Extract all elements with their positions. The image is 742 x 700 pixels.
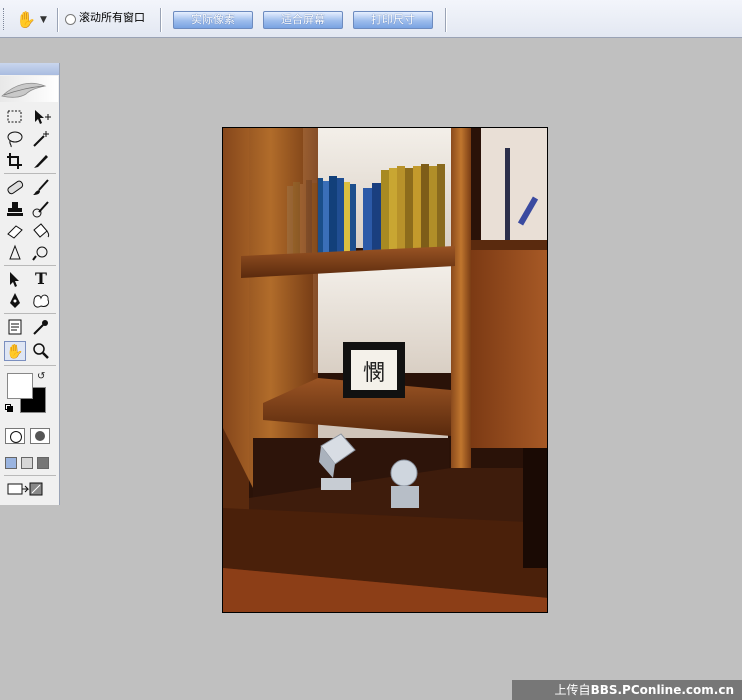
toolbox-titlebar[interactable]	[0, 63, 59, 75]
eraser-icon[interactable]	[4, 221, 26, 241]
separator	[4, 475, 56, 476]
jump-to-imageready-icon[interactable]	[6, 479, 46, 499]
feather-logo[interactable]	[0, 76, 58, 102]
path-selection-icon[interactable]	[4, 269, 26, 289]
print-size-button[interactable]: 打印尺寸	[353, 11, 433, 29]
options-bar: ✋ ▼ 滚动所有窗口 实际像素 适合屏幕 打印尺寸	[0, 0, 742, 38]
foreground-color-swatch[interactable]	[7, 373, 33, 399]
dodge-icon[interactable]	[30, 243, 52, 263]
magic-wand-icon[interactable]	[30, 129, 52, 149]
full-screen-menu-mode-icon[interactable]	[21, 457, 33, 469]
quick-mask-mode-icon[interactable]	[30, 428, 50, 444]
hand-icon[interactable]: ✋	[4, 341, 26, 361]
rectangular-marquee-icon[interactable]	[4, 107, 26, 127]
separator	[160, 8, 162, 32]
clone-stamp-icon[interactable]	[4, 199, 26, 219]
blur-icon[interactable]	[4, 243, 26, 263]
type-icon[interactable]: T	[30, 269, 52, 289]
swap-colors-icon[interactable]: ↺	[37, 371, 45, 382]
custom-shape-icon[interactable]	[30, 291, 52, 311]
watermark-prefix: 上传自	[554, 683, 591, 697]
lasso-icon[interactable]	[4, 129, 26, 149]
notes-icon[interactable]	[4, 317, 26, 337]
pen-icon[interactable]	[4, 291, 26, 311]
picture-frame: 憫	[343, 342, 405, 398]
scroll-all-windows-checkbox[interactable]	[65, 14, 76, 25]
separator	[4, 265, 56, 266]
document-image[interactable]: 憫	[222, 127, 548, 613]
hand-tool-preset-icon[interactable]: ✋	[14, 9, 38, 31]
bookshelf-photo: 憫	[223, 128, 547, 612]
frame-calligraphy: 憫	[363, 361, 385, 386]
scroll-all-windows-label: 滚动所有窗口	[79, 11, 145, 24]
default-colors-icon[interactable]	[5, 404, 13, 412]
separator	[4, 365, 56, 366]
actual-pixels-button[interactable]: 实际像素	[173, 11, 253, 29]
separator	[4, 313, 56, 314]
history-brush-icon[interactable]	[30, 199, 52, 219]
chevron-down-icon[interactable]: ▼	[40, 9, 47, 31]
separator	[445, 8, 447, 32]
toolbox: T ✋ ↺	[0, 63, 60, 505]
paint-bucket-icon[interactable]	[30, 221, 52, 241]
move-icon[interactable]	[30, 107, 52, 127]
fit-screen-button[interactable]: 适合屏幕	[263, 11, 343, 29]
standard-screen-mode-icon[interactable]	[5, 457, 17, 469]
options-bar-grip[interactable]	[3, 8, 7, 30]
zoom-icon[interactable]	[30, 341, 52, 361]
brush-icon[interactable]	[30, 177, 52, 197]
watermark: 上传自BBS.PConline.com.cn	[512, 680, 742, 700]
standard-mode-icon[interactable]	[5, 428, 25, 444]
slice-icon[interactable]	[30, 151, 52, 171]
crop-icon[interactable]	[4, 151, 26, 171]
watermark-site: BBS.PConline.com.cn	[590, 683, 734, 697]
separator	[57, 8, 59, 32]
healing-brush-icon[interactable]	[4, 177, 26, 197]
separator	[4, 173, 56, 174]
eyedropper-icon[interactable]	[30, 317, 52, 337]
full-screen-mode-icon[interactable]	[37, 457, 49, 469]
